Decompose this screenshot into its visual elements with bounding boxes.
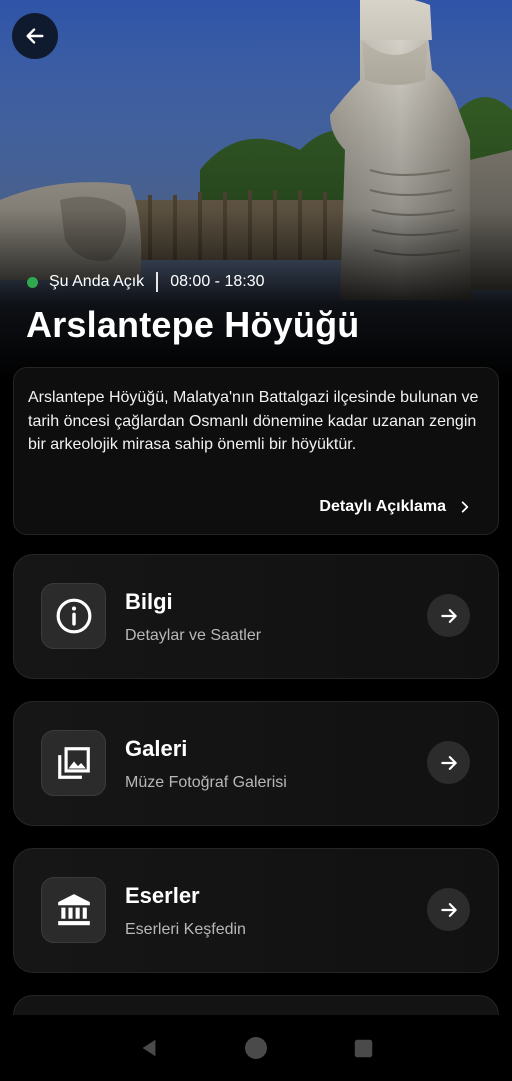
menu-subtitle-artifacts: Eserleri Keşfedin <box>125 921 246 938</box>
menu-card-info[interactable]: Bilgi Detaylar ve Saatler <box>13 554 499 679</box>
arrow-right-icon <box>440 902 457 917</box>
menu-card-artifacts[interactable]: Eserler Eserleri Keşfedin <box>13 848 499 973</box>
menu-subtitle-info: Detaylar ve Saatler <box>125 627 262 644</box>
menu-title-info: Bilgi <box>125 589 173 614</box>
gallery-icon-box <box>41 730 106 796</box>
info-icon-box <box>41 583 106 649</box>
system-navigation-bar <box>0 1015 512 1081</box>
back-button[interactable] <box>12 13 58 59</box>
description-card: Arslantepe Höyüğü, Malatya'nın Battalgaz… <box>13 367 499 535</box>
recents-square-icon <box>354 1039 373 1057</box>
home-circle-icon <box>244 1037 267 1059</box>
page-title: Arslantepe Höyüğü <box>26 304 360 345</box>
opening-hours: 08:00 - 18:30 <box>170 273 265 290</box>
menu-title-gallery: Galeri <box>125 736 188 761</box>
chevron-right-icon <box>461 501 469 513</box>
info-icon <box>56 598 91 634</box>
menu-subtitle-gallery: Müze Fotoğraf Galerisi <box>125 774 287 791</box>
arrow-left-icon <box>26 28 44 44</box>
menu-title-artifacts: Eserler <box>125 883 200 908</box>
description-text: Arslantepe Höyüğü, Malatya'nın Battalgaz… <box>28 389 479 453</box>
info-arrow-button[interactable] <box>427 594 470 637</box>
system-home-button[interactable] <box>241 1033 271 1063</box>
open-status-dot <box>27 276 38 288</box>
arrow-right-icon <box>440 608 457 623</box>
menu-card-gallery[interactable]: Galeri Müze Fotoğraf Galerisi <box>13 701 499 826</box>
system-back-button[interactable] <box>134 1033 164 1063</box>
artifacts-arrow-button[interactable] <box>427 888 470 931</box>
museum-icon-box <box>41 877 106 943</box>
detailed-description-label: Detaylı Açıklama <box>319 498 446 515</box>
opening-status: Şu Anda Açık 08:00 - 18:30 <box>27 270 264 294</box>
detailed-description-link[interactable]: Detaylı Açıklama <box>319 498 472 516</box>
gallery-icon <box>57 747 90 779</box>
gallery-arrow-button[interactable] <box>427 741 470 784</box>
system-recents-button[interactable] <box>348 1033 378 1063</box>
back-triangle-icon <box>142 1039 156 1057</box>
museum-icon <box>57 894 90 926</box>
arrow-right-icon <box>440 755 457 770</box>
status-divider <box>156 272 159 292</box>
status-label: Şu Anda Açık <box>49 273 145 290</box>
